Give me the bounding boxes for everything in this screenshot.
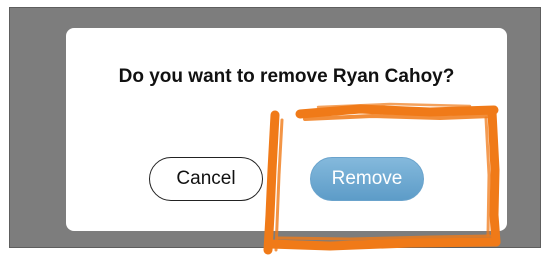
cancel-button[interactable]: Cancel	[149, 157, 263, 201]
confirm-remove-dialog: Do you want to remove Ryan Cahoy? Cancel…	[66, 28, 507, 231]
dialog-message: Do you want to remove Ryan Cahoy?	[118, 66, 455, 87]
remove-button[interactable]: Remove	[310, 157, 424, 201]
